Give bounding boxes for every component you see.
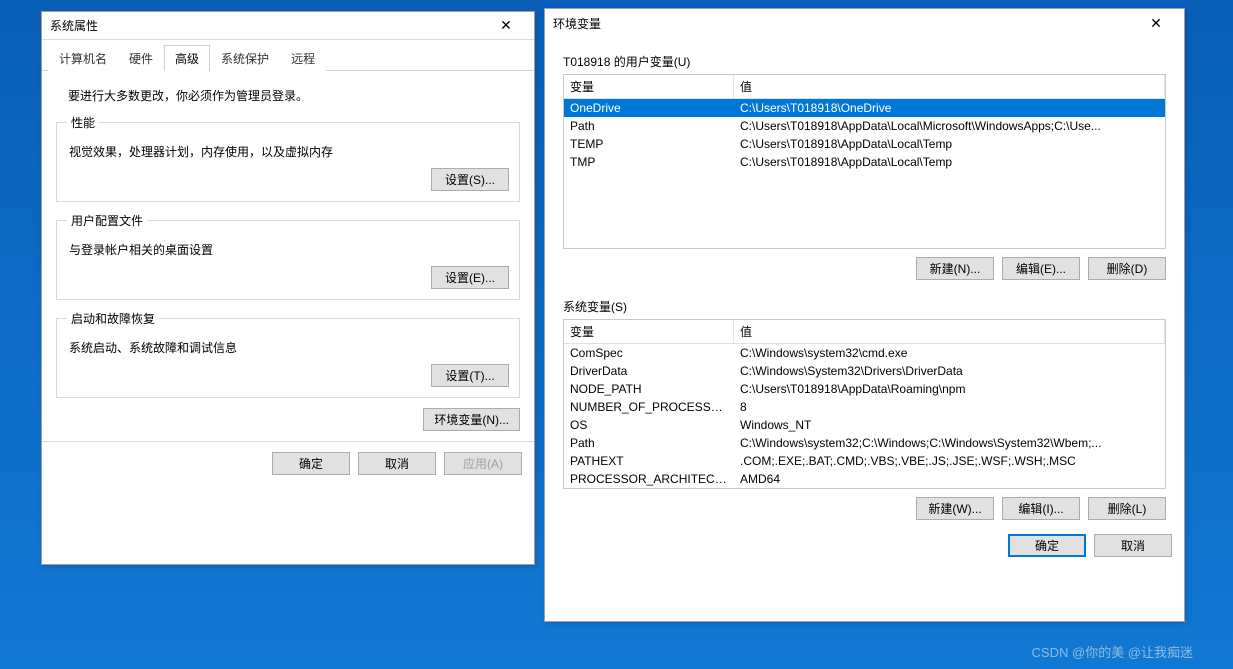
user-new-button[interactable]: 新建(N)... <box>916 257 994 280</box>
column-header-variable[interactable]: 变量 <box>564 75 734 98</box>
sysprops-tabs: 计算机名 硬件 高级 系统保护 远程 <box>42 40 534 71</box>
admin-required-text: 要进行大多数更改，你必须作为管理员登录。 <box>68 87 520 104</box>
envdlg-title: 环境变量 <box>553 15 601 32</box>
environment-variables-dialog: 环境变量 ✕ T018918 的用户变量(U) 变量 值 OneDriveC:\… <box>544 8 1185 622</box>
table-row[interactable]: OneDriveC:\Users\T018918\OneDrive <box>564 99 1165 117</box>
var-value-cell: Windows_NT <box>734 416 1165 434</box>
sysprops-titlebar[interactable]: 系统属性 ✕ <box>42 12 534 40</box>
performance-settings-button[interactable]: 设置(S)... <box>431 168 509 191</box>
user-profile-settings-button[interactable]: 设置(E)... <box>431 266 509 289</box>
var-name-cell: PROCESSOR_ARCHITECTURE <box>564 470 734 488</box>
var-name-cell: NUMBER_OF_PROCESSORS <box>564 398 734 416</box>
tab-system-protection[interactable]: 系统保护 <box>210 45 280 71</box>
startup-recovery-group: 启动和故障恢复 系统启动、系统故障和调试信息 设置(T)... <box>56 310 520 398</box>
user-profile-desc: 与登录帐户相关的桌面设置 <box>69 241 509 258</box>
table-row[interactable]: OSWindows_NT <box>564 416 1165 434</box>
close-icon[interactable]: ✕ <box>1136 10 1176 36</box>
table-row[interactable]: DriverDataC:\Windows\System32\Drivers\Dr… <box>564 362 1165 380</box>
table-row[interactable]: TMPC:\Users\T018918\AppData\Local\Temp <box>564 153 1165 171</box>
system-delete-button[interactable]: 删除(L) <box>1088 497 1166 520</box>
system-vars-listview[interactable]: 变量 值 ComSpecC:\Windows\system32\cmd.exeD… <box>563 319 1166 489</box>
apply-button[interactable]: 应用(A) <box>444 452 522 475</box>
var-name-cell: NODE_PATH <box>564 380 734 398</box>
environment-variables-button[interactable]: 环境变量(N)... <box>423 408 520 431</box>
system-vars-label: 系统变量(S) <box>563 298 1166 315</box>
startup-recovery-desc: 系统启动、系统故障和调试信息 <box>69 339 509 356</box>
table-row[interactable]: PROCESSOR_ARCHITECTUREAMD64 <box>564 470 1165 488</box>
table-row[interactable]: NODE_PATHC:\Users\T018918\AppData\Roamin… <box>564 380 1165 398</box>
system-properties-dialog: 系统属性 ✕ 计算机名 硬件 高级 系统保护 远程 要进行大多数更改，你必须作为… <box>41 11 535 565</box>
table-row[interactable]: PathC:\Users\T018918\AppData\Local\Micro… <box>564 117 1165 135</box>
cancel-button[interactable]: 取消 <box>358 452 436 475</box>
system-edit-button[interactable]: 编辑(I)... <box>1002 497 1080 520</box>
column-header-variable[interactable]: 变量 <box>564 320 734 343</box>
startup-recovery-legend: 启动和故障恢复 <box>67 310 159 327</box>
var-name-cell: Path <box>564 117 734 135</box>
startup-recovery-settings-button[interactable]: 设置(T)... <box>431 364 509 387</box>
var-value-cell: 8 <box>734 398 1165 416</box>
var-value-cell: C:\Windows\system32;C:\Windows;C:\Window… <box>734 434 1165 452</box>
user-vars-listview[interactable]: 变量 值 OneDriveC:\Users\T018918\OneDrivePa… <box>563 74 1166 249</box>
var-name-cell: TEMP <box>564 135 734 153</box>
cancel-button[interactable]: 取消 <box>1094 534 1172 557</box>
performance-group: 性能 视觉效果，处理器计划，内存使用，以及虚拟内存 设置(S)... <box>56 114 520 202</box>
table-row[interactable]: TEMPC:\Users\T018918\AppData\Local\Temp <box>564 135 1165 153</box>
user-delete-button[interactable]: 删除(D) <box>1088 257 1166 280</box>
table-row[interactable]: PathC:\Windows\system32;C:\Windows;C:\Wi… <box>564 434 1165 452</box>
performance-legend: 性能 <box>67 114 99 131</box>
csdn-watermark: CSDN @你的美 @让我痴迷 <box>1032 642 1193 661</box>
ok-button[interactable]: 确定 <box>272 452 350 475</box>
user-profile-group: 用户配置文件 与登录帐户相关的桌面设置 设置(E)... <box>56 212 520 300</box>
var-value-cell: AMD64 <box>734 470 1165 488</box>
tab-hardware[interactable]: 硬件 <box>118 45 164 71</box>
var-name-cell: DriverData <box>564 362 734 380</box>
user-edit-button[interactable]: 编辑(E)... <box>1002 257 1080 280</box>
table-row[interactable]: ComSpecC:\Windows\system32\cmd.exe <box>564 344 1165 362</box>
var-value-cell: C:\Users\T018918\AppData\Roaming\npm <box>734 380 1165 398</box>
performance-desc: 视觉效果，处理器计划，内存使用，以及虚拟内存 <box>69 143 509 160</box>
tab-computer-name[interactable]: 计算机名 <box>48 45 118 71</box>
var-value-cell: C:\Windows\System32\Drivers\DriverData <box>734 362 1165 380</box>
var-value-cell: C:\Users\T018918\AppData\Local\Temp <box>734 135 1165 153</box>
var-name-cell: OS <box>564 416 734 434</box>
var-name-cell: Path <box>564 434 734 452</box>
ok-button[interactable]: 确定 <box>1008 534 1086 557</box>
envdlg-titlebar[interactable]: 环境变量 ✕ <box>545 9 1184 37</box>
var-value-cell: C:\Windows\system32\cmd.exe <box>734 344 1165 362</box>
var-value-cell: .COM;.EXE;.BAT;.CMD;.VBS;.VBE;.JS;.JSE;.… <box>734 452 1165 470</box>
column-header-value[interactable]: 值 <box>734 75 1165 98</box>
user-profile-legend: 用户配置文件 <box>67 212 147 229</box>
table-row[interactable]: NUMBER_OF_PROCESSORS8 <box>564 398 1165 416</box>
var-name-cell: PATHEXT <box>564 452 734 470</box>
var-value-cell: C:\Users\T018918\AppData\Local\Temp <box>734 153 1165 171</box>
var-name-cell: ComSpec <box>564 344 734 362</box>
var-value-cell: C:\Users\T018918\AppData\Local\Microsoft… <box>734 117 1165 135</box>
column-header-value[interactable]: 值 <box>734 320 1165 343</box>
sysprops-title: 系统属性 <box>50 17 98 34</box>
tab-remote[interactable]: 远程 <box>280 45 326 71</box>
system-new-button[interactable]: 新建(W)... <box>916 497 994 520</box>
close-icon[interactable]: ✕ <box>486 13 526 39</box>
var-name-cell: TMP <box>564 153 734 171</box>
var-name-cell: OneDrive <box>564 99 734 117</box>
tab-advanced[interactable]: 高级 <box>164 45 210 71</box>
user-vars-label: T018918 的用户变量(U) <box>563 53 1166 70</box>
table-row[interactable]: PATHEXT.COM;.EXE;.BAT;.CMD;.VBS;.VBE;.JS… <box>564 452 1165 470</box>
var-value-cell: C:\Users\T018918\OneDrive <box>734 99 1165 117</box>
